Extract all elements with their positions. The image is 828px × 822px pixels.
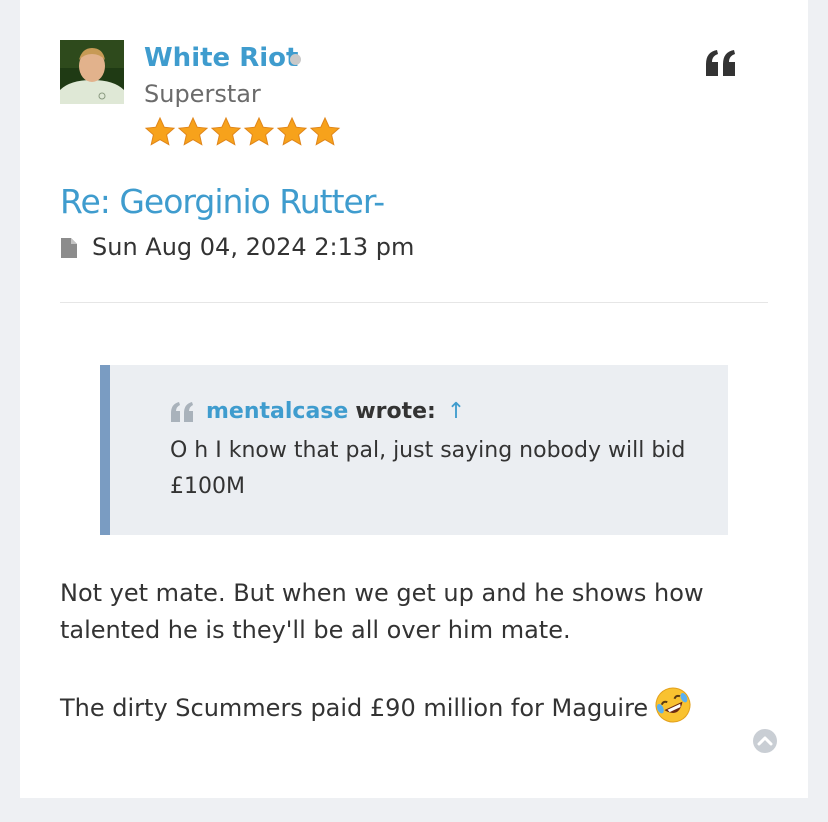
quoted-user-link[interactable]: mentalcase: [206, 399, 348, 424]
star-icon: [210, 116, 242, 146]
wrote-label: wrote:: [355, 399, 436, 424]
divider: [60, 302, 768, 303]
jump-to-post-link[interactable]: ↑: [447, 399, 465, 424]
star-icon: [276, 116, 308, 146]
quote-icon: [171, 402, 193, 422]
star-icon: [177, 116, 209, 146]
rolling-laughing-emoji-icon: [655, 687, 691, 723]
user-rank: Superstar: [144, 80, 261, 108]
file-icon: [61, 238, 77, 258]
post-container: White Riot Superstar Re: Georginio Rutte…: [20, 0, 808, 798]
post-title-link[interactable]: Re: Georginio Rutter-: [60, 180, 385, 224]
quote-citation: mentalcase wrote: ↑: [206, 396, 465, 428]
avatar[interactable]: [60, 40, 124, 104]
quote-button[interactable]: [704, 48, 738, 78]
quote-text: O h I know that pal, just saying nobody …: [170, 438, 686, 499]
offline-status-icon: [290, 54, 301, 65]
star-icon: [243, 116, 275, 146]
star-icon: [144, 116, 176, 146]
post-paragraph: The dirty Scummers paid £90 million for …: [60, 686, 760, 727]
post-paragraph-text: Not yet mate. But when we get up and he …: [60, 579, 704, 644]
post-content: Not yet mate. But when we get up and he …: [60, 575, 760, 727]
star-icon: [309, 116, 341, 146]
rank-stars: [144, 116, 341, 148]
chevron-up-icon: [753, 729, 777, 753]
back-to-top-button[interactable]: [752, 728, 778, 754]
post-date: Sun Aug 04, 2024 2:13 pm: [92, 233, 415, 261]
post-paragraph: Not yet mate. But when we get up and he …: [60, 575, 760, 649]
quote-icon: [706, 50, 735, 76]
username-link[interactable]: White Riot: [144, 42, 298, 74]
quote-block: mentalcase wrote: ↑ O h I know that pal,…: [100, 365, 728, 535]
post-paragraph-text: The dirty Scummers paid £90 million for …: [60, 694, 649, 722]
